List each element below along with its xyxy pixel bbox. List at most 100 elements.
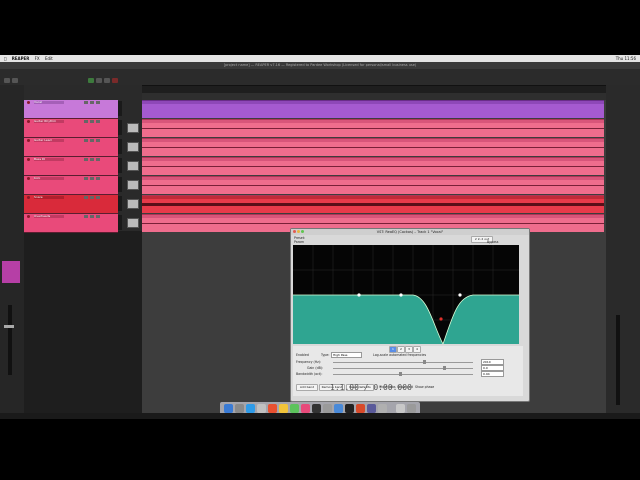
record-arm-button[interactable] (27, 120, 30, 123)
media-item[interactable] (142, 119, 604, 137)
minimize-icon[interactable] (297, 230, 300, 233)
fx-thumbnail[interactable] (127, 123, 139, 133)
music-icon[interactable] (301, 404, 310, 413)
mute-button[interactable] (84, 139, 88, 142)
track-name[interactable]: Snare (34, 196, 64, 199)
mute-button[interactable] (84, 215, 88, 218)
track-row[interactable]: Vocal (24, 100, 122, 119)
record-arm-button[interactable] (27, 196, 30, 199)
mute-button[interactable] (84, 196, 88, 199)
finder-icon[interactable] (224, 404, 233, 413)
track-row[interactable]: Snare (24, 195, 122, 214)
gain-slider-knob[interactable] (443, 366, 446, 370)
record-arm-button[interactable] (27, 215, 30, 218)
type-select[interactable]: High Pass (331, 352, 362, 358)
solo-button[interactable] (90, 139, 94, 142)
bandwidth-slider-knob[interactable] (399, 372, 402, 376)
show-phase-checkbox[interactable]: Show phase (415, 385, 434, 389)
media-item[interactable] (142, 138, 604, 156)
fx-button[interactable] (96, 101, 100, 104)
frequency-slider[interactable] (333, 362, 473, 363)
log-scale-checkbox[interactable]: Log-scale automated frequencies (373, 353, 426, 357)
track-row[interactable]: Guitar Rhythm (24, 119, 122, 138)
fx-thumbnail[interactable] (127, 180, 139, 190)
play-button[interactable] (88, 78, 94, 83)
frequency-slider-knob[interactable] (423, 360, 426, 364)
pause-button[interactable] (104, 78, 110, 83)
solo-button[interactable] (90, 196, 94, 199)
menu-edit[interactable]: Edit (45, 56, 53, 61)
open-button[interactable] (12, 78, 18, 83)
media-item[interactable] (142, 176, 604, 194)
record-arm-button[interactable] (27, 158, 30, 161)
bypass-checkbox[interactable]: Bypass (487, 240, 498, 244)
band-tab-2[interactable]: 2 (397, 346, 405, 353)
band-tab-3[interactable]: 3 (405, 346, 413, 353)
launchpad-icon[interactable] (235, 404, 244, 413)
media-item[interactable] (142, 157, 604, 175)
calendar-icon[interactable] (268, 404, 277, 413)
track-name[interactable]: Guitar Lead (34, 139, 64, 142)
media-item-snare[interactable] (142, 195, 604, 213)
stop-button[interactable] (96, 78, 102, 83)
track-row[interactable]: Bass DI (24, 157, 122, 176)
record-button[interactable] (112, 78, 118, 83)
notes-icon[interactable] (279, 404, 288, 413)
solo-button[interactable] (90, 101, 94, 104)
band-tab-1[interactable]: 1 (389, 346, 397, 353)
track-name[interactable]: Overheads (34, 215, 64, 218)
messages-icon[interactable] (290, 404, 299, 413)
timeline-ruler[interactable] (142, 93, 606, 100)
record-arm-button[interactable] (27, 101, 30, 104)
eq-band-node[interactable] (458, 293, 462, 297)
gain-slider[interactable] (333, 368, 473, 369)
track-row[interactable]: Kick (24, 176, 122, 195)
master-fader[interactable] (4, 325, 14, 328)
safari-icon[interactable] (246, 404, 255, 413)
band-tab-4[interactable]: 4 (413, 346, 421, 353)
fx-thumbnail[interactable] (127, 199, 139, 209)
zoom-icon[interactable] (301, 230, 304, 233)
fx-button[interactable] (96, 120, 100, 123)
media-item-vocal[interactable] (142, 100, 604, 118)
trash-icon[interactable] (407, 404, 416, 413)
fx-thumbnail[interactable] (127, 218, 139, 228)
menu-fx[interactable]: FX (35, 56, 40, 61)
record-arm-button[interactable] (27, 177, 30, 180)
record-arm-button[interactable] (27, 139, 30, 142)
mute-button[interactable] (84, 120, 88, 123)
eq-frequency-graph[interactable] (293, 245, 519, 344)
terminal-icon[interactable] (345, 404, 354, 413)
fx-button[interactable] (96, 196, 100, 199)
eq-band-node[interactable] (357, 293, 361, 297)
apple-menu-icon[interactable]:  (4, 56, 6, 61)
track-name[interactable]: Kick (34, 177, 64, 180)
system-preferences-icon[interactable] (323, 404, 332, 413)
eq-band-node-selected[interactable] (439, 317, 443, 321)
eq-band-node[interactable] (399, 293, 403, 297)
solo-button[interactable] (90, 120, 94, 123)
add-band-button[interactable]: Add band (296, 384, 318, 391)
mute-button[interactable] (84, 177, 88, 180)
track-row[interactable]: Guitar Lead (24, 138, 122, 157)
save-button[interactable] (4, 78, 10, 83)
track-name[interactable]: Guitar Rhythm (34, 120, 64, 123)
track-row[interactable]: Overheads (24, 214, 122, 233)
fx-thumbnail[interactable] (127, 161, 139, 171)
reaper-icon[interactable] (312, 404, 321, 413)
fx-button[interactable] (96, 158, 100, 161)
downloads-stack-icon[interactable] (396, 404, 405, 413)
solo-button[interactable] (90, 177, 94, 180)
mute-button[interactable] (84, 101, 88, 104)
bandwidth-input[interactable]: 0.94 (481, 371, 504, 377)
fx-button[interactable] (96, 177, 100, 180)
app-icon[interactable] (367, 404, 376, 413)
mute-button[interactable] (84, 158, 88, 161)
param-label[interactable]: Param (294, 240, 304, 244)
enabled-checkbox[interactable]: Enabled (296, 353, 309, 357)
mail-icon[interactable] (257, 404, 266, 413)
track-name[interactable]: Vocal (34, 101, 64, 104)
app-store-icon[interactable] (334, 404, 343, 413)
app-icon[interactable] (378, 404, 387, 413)
bandwidth-slider[interactable] (333, 374, 473, 375)
